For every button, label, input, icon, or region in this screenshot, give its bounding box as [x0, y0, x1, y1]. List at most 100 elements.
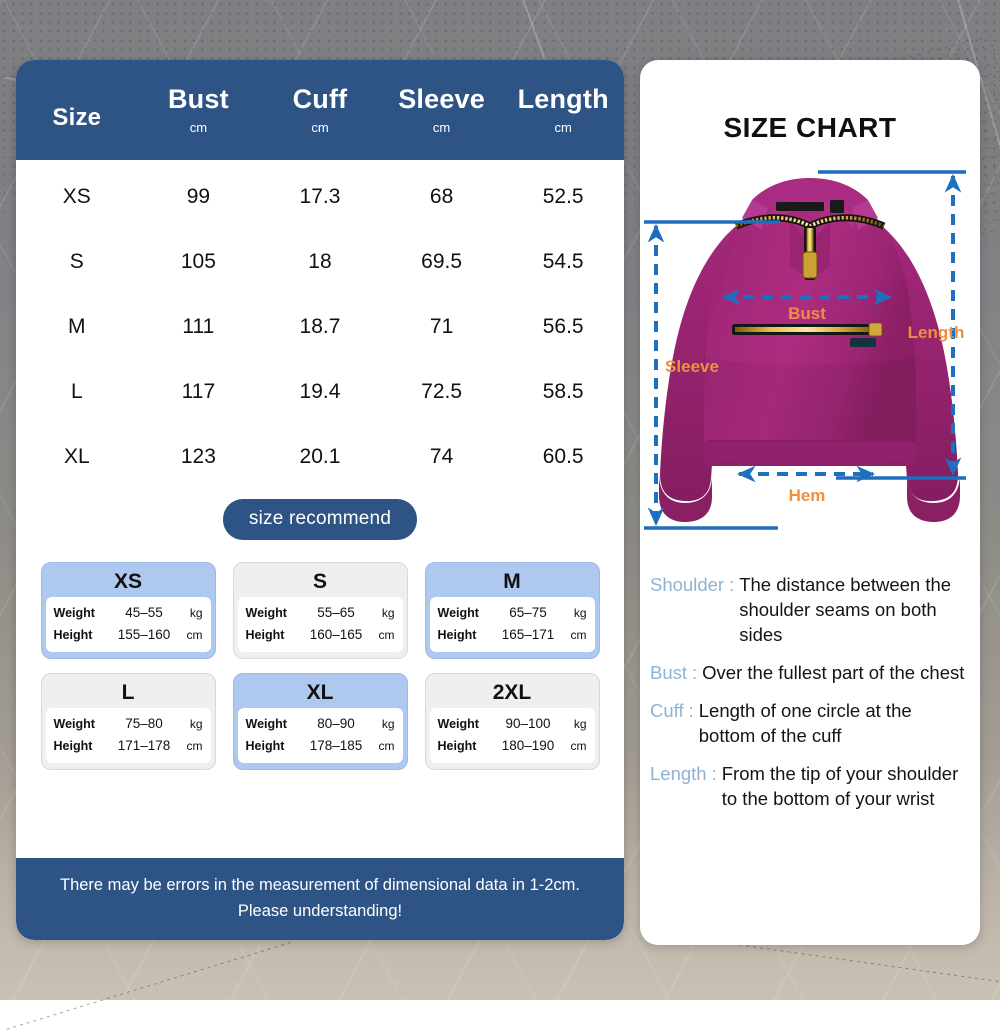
column-unit: cm — [311, 120, 328, 135]
definition-shoulder: Shoulder:The distance between the should… — [650, 572, 966, 647]
definition-separator: : — [724, 572, 739, 597]
height-value: 160–165 — [300, 624, 373, 646]
size-card-title: XL — [238, 678, 403, 708]
size-card-height-row: Height171–178cm — [54, 735, 203, 757]
size-card-2xl[interactable]: 2XLWeight90–100kgHeight180–190cm — [425, 673, 600, 770]
height-unit: cm — [373, 735, 395, 757]
size-card-height-row: Height165–171cm — [438, 624, 587, 646]
size-card-weight-row: Weight55–65kg — [246, 602, 395, 624]
size-card-details: Weight55–65kgHeight160–165cm — [238, 597, 403, 652]
table-cell-size: XS — [16, 185, 138, 209]
definition-separator: : — [687, 660, 702, 685]
table-cell-sleeve: 69.5 — [381, 250, 503, 274]
garment-diagram: Bust Sleeve Length Hem — [640, 156, 980, 546]
size-card-height-row: Height155–160cm — [54, 624, 203, 646]
size-card-details: Weight75–80kgHeight171–178cm — [46, 708, 211, 763]
size-card-title: S — [238, 567, 403, 597]
size-card-l[interactable]: LWeight75–80kgHeight171–178cm — [41, 673, 216, 770]
height-label: Height — [54, 624, 108, 646]
column-unit: cm — [190, 120, 207, 135]
height-value: 178–185 — [300, 735, 373, 757]
weight-label: Weight — [54, 602, 108, 624]
size-recommend-cards: XSWeight45–55kgHeight155–160cmSWeight55–… — [16, 562, 624, 770]
height-value: 155–160 — [108, 624, 181, 646]
size-card-weight-row: Weight90–100kg — [438, 713, 587, 735]
weight-value: 90–100 — [492, 713, 565, 735]
table-cell-length: 52.5 — [502, 185, 624, 209]
size-card-xs[interactable]: XSWeight45–55kgHeight155–160cm — [41, 562, 216, 659]
size-card-title: M — [430, 567, 595, 597]
table-header-size: Size — [16, 60, 138, 160]
measurements-panel: Size Bust cm Cuff cm Sleeve cm Length cm… — [16, 60, 624, 940]
size-recommend-pill: size recommend — [223, 499, 417, 540]
table-row: XS9917.36852.5 — [16, 164, 624, 229]
height-label: Height — [54, 735, 108, 757]
weight-unit: kg — [565, 713, 587, 735]
size-card-weight-row: Weight80–90kg — [246, 713, 395, 735]
measurement-definitions: Shoulder:The distance between the should… — [640, 546, 980, 811]
height-unit: cm — [373, 624, 395, 646]
definition-term: Bust — [650, 660, 687, 685]
table-cell-length: 60.5 — [502, 445, 624, 469]
table-cell-size: XL — [16, 445, 138, 469]
table-cell-length: 56.5 — [502, 315, 624, 339]
table-cell-bust: 123 — [138, 445, 260, 469]
table-header-sleeve: Sleeve cm — [381, 60, 503, 160]
column-title: Length — [518, 85, 609, 113]
table-cell-cuff: 18 — [259, 250, 381, 274]
size-recommend-heading: size recommend — [16, 499, 624, 540]
bust-label: Bust — [788, 304, 826, 323]
table-header-row: Size Bust cm Cuff cm Sleeve cm Length cm — [16, 60, 624, 160]
table-cell-sleeve: 68 — [381, 185, 503, 209]
size-card-weight-row: Weight75–80kg — [54, 713, 203, 735]
weight-label: Weight — [438, 602, 492, 624]
height-label: Height — [438, 735, 492, 757]
table-body: XS9917.36852.5S1051869.554.5M11118.77156… — [16, 160, 624, 489]
weight-value: 75–80 — [108, 713, 181, 735]
weight-value: 80–90 — [300, 713, 373, 735]
table-header-bust: Bust cm — [138, 60, 260, 160]
height-unit: cm — [565, 735, 587, 757]
size-card-weight-row: Weight45–55kg — [54, 602, 203, 624]
height-value: 165–171 — [492, 624, 565, 646]
weight-label: Weight — [54, 713, 108, 735]
hem-label: Hem — [789, 486, 826, 505]
length-label: Length — [908, 323, 965, 342]
sleeve-label: Sleeve — [665, 357, 719, 376]
weight-label: Weight — [246, 602, 300, 624]
page-title: SIZE CHART — [640, 112, 980, 144]
table-header-length: Length cm — [502, 60, 624, 160]
table-cell-cuff: 18.7 — [259, 315, 381, 339]
size-card-xl[interactable]: XLWeight80–90kgHeight178–185cm — [233, 673, 408, 770]
height-value: 171–178 — [108, 735, 181, 757]
height-unit: cm — [181, 624, 203, 646]
weight-unit: kg — [181, 602, 203, 624]
table-cell-bust: 117 — [138, 380, 260, 404]
weight-value: 45–55 — [108, 602, 181, 624]
definition-term: Cuff — [650, 698, 684, 723]
weight-label: Weight — [246, 713, 300, 735]
table-cell-size: L — [16, 380, 138, 404]
size-card-height-row: Height180–190cm — [438, 735, 587, 757]
column-title: Cuff — [293, 85, 348, 113]
size-card-details: Weight65–75kgHeight165–171cm — [430, 597, 595, 652]
table-row: XL12320.17460.5 — [16, 424, 624, 489]
height-unit: cm — [181, 735, 203, 757]
definition-separator: : — [684, 698, 699, 723]
size-card-title: L — [46, 678, 211, 708]
column-unit: cm — [555, 120, 572, 135]
size-chart-page: Size Bust cm Cuff cm Sleeve cm Length cm… — [0, 0, 1000, 1000]
measurement-disclaimer: There may be errors in the measurement o… — [16, 858, 624, 940]
size-card-m[interactable]: MWeight65–75kgHeight165–171cm — [425, 562, 600, 659]
measurement-overlay: Bust Sleeve Length Hem — [640, 156, 980, 546]
weight-value: 65–75 — [492, 602, 565, 624]
size-chart-panel: SIZE CHART — [640, 60, 980, 945]
table-cell-cuff: 19.4 — [259, 380, 381, 404]
column-title: Size — [52, 105, 101, 130]
size-card-s[interactable]: SWeight55–65kgHeight160–165cm — [233, 562, 408, 659]
weight-unit: kg — [373, 713, 395, 735]
table-row: M11118.77156.5 — [16, 294, 624, 359]
weight-value: 55–65 — [300, 602, 373, 624]
weight-label: Weight — [438, 713, 492, 735]
size-card-details: Weight45–55kgHeight155–160cm — [46, 597, 211, 652]
